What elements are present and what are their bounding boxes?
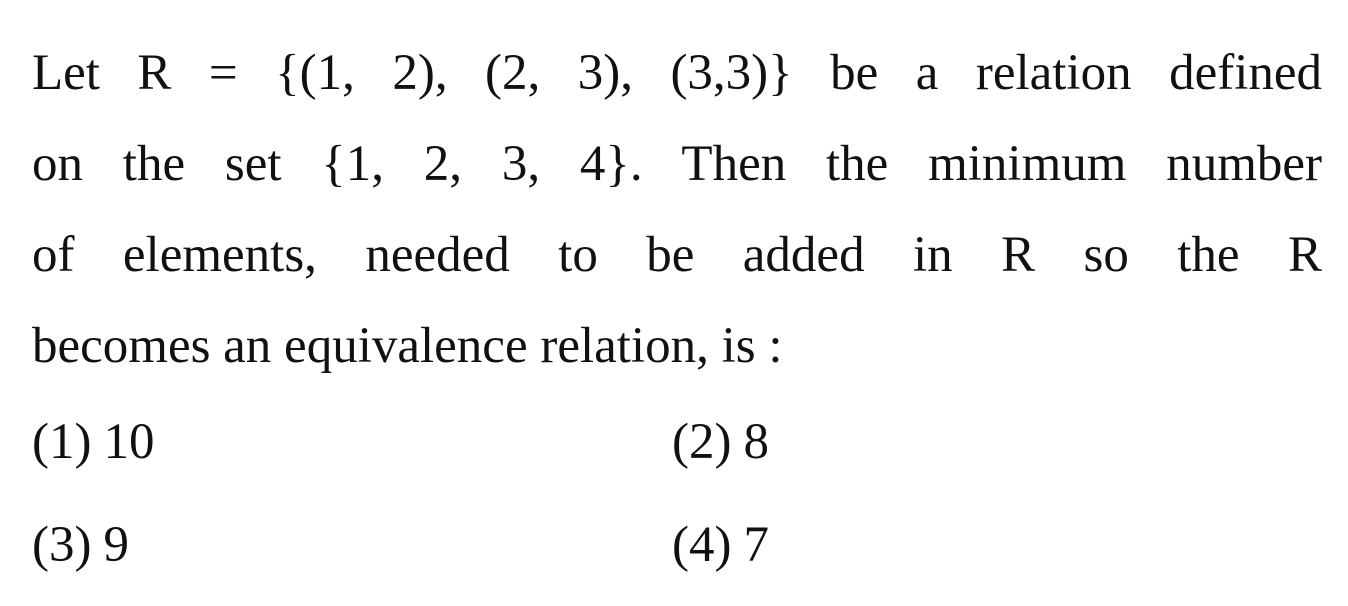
question-line-4: becomes an equivalence relation, is : [32,318,783,374]
option-2-value: 8 [743,414,769,470]
option-2[interactable]: (2) 8 [672,412,769,472]
option-2-number: (2) [672,414,732,470]
question-text: Let R = {(1, 2), (2, 3), (3,3)} be a rel… [32,28,1322,392]
option-1[interactable]: (1) 10 [32,412,154,472]
option-1-number: (1) [32,414,92,470]
question-line-3: of elements, needed to be added in R so … [32,227,1322,283]
option-1-value: 10 [103,414,155,470]
option-3-number: (3) [32,517,92,573]
option-3-value: 9 [103,517,129,573]
option-4-value: 7 [743,517,769,573]
option-4-number: (4) [672,517,732,573]
question-line-1: Let R = {(1, 2), (2, 3), (3,3)} be a rel… [32,45,1322,101]
option-4[interactable]: (4) 7 [672,515,769,575]
question-line-2: on the set {1, 2, 3, 4}. Then the minimu… [32,136,1322,192]
option-3[interactable]: (3) 9 [32,515,129,575]
